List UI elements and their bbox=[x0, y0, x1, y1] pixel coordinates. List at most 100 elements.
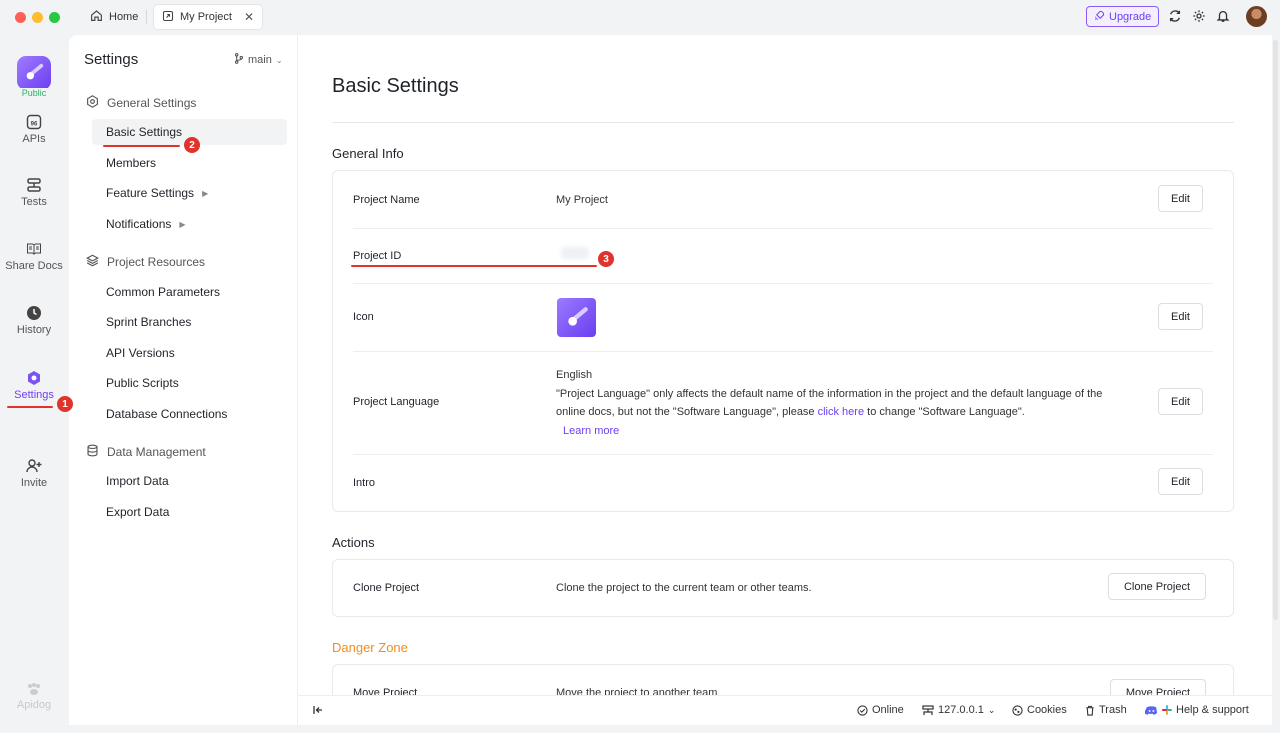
trash-icon bbox=[1086, 705, 1094, 716]
row-icon: Icon Edit bbox=[353, 284, 1213, 352]
rail-item-label: History bbox=[16, 324, 52, 336]
collapse-sidebar-icon[interactable] bbox=[312, 704, 324, 716]
home-icon bbox=[90, 9, 103, 25]
scrollbar-thumb[interactable] bbox=[1273, 40, 1278, 620]
edit-project-name-button[interactable]: Edit bbox=[1158, 185, 1203, 212]
gear-icon bbox=[0, 370, 68, 386]
public-badge: Public bbox=[14, 88, 54, 98]
sidebar-item-public-scripts[interactable]: Public Scripts bbox=[92, 370, 287, 396]
rail-item-apis[interactable]: 96 APIs bbox=[0, 114, 68, 145]
project-name-label: Project Name bbox=[353, 194, 420, 206]
annotation-marker-2: 2 bbox=[184, 137, 200, 153]
gear-icon[interactable] bbox=[1191, 8, 1207, 24]
network-icon bbox=[922, 704, 934, 715]
project-id-label: Project ID bbox=[353, 250, 402, 262]
page-title: Basic Settings bbox=[332, 75, 459, 97]
sidebar-item-import-data[interactable]: Import Data bbox=[92, 468, 287, 494]
project-language-note: "Project Language" only affects the defa… bbox=[556, 385, 1116, 422]
section-danger-zone: Danger Zone bbox=[332, 640, 408, 655]
icon-label: Icon bbox=[353, 311, 374, 323]
cookie-icon bbox=[1012, 704, 1023, 716]
group-project-resources: Project Resources bbox=[86, 254, 205, 270]
group-label: Data Management bbox=[107, 445, 206, 459]
sidebar-item-feature-settings[interactable]: Feature Settings ▶ bbox=[92, 180, 287, 206]
rail-item-settings[interactable]: Settings bbox=[0, 370, 68, 401]
upgrade-label: Upgrade bbox=[1109, 10, 1152, 23]
actions-card: Clone Project Clone the project to the c… bbox=[332, 559, 1234, 617]
sidebar-item-label: Public Scripts bbox=[106, 376, 179, 390]
rail-item-label: Share Docs bbox=[5, 260, 63, 272]
sidebar-item-label: Basic Settings bbox=[106, 125, 183, 139]
caret-right-icon: ▶ bbox=[179, 219, 186, 229]
main-content: Basic Settings General Info Project Name… bbox=[298, 35, 1272, 695]
upgrade-button[interactable]: Upgrade bbox=[1086, 6, 1160, 27]
tab-home[interactable]: Home bbox=[82, 5, 146, 29]
paw-icon bbox=[28, 683, 40, 695]
annotation-underline-project-id bbox=[351, 265, 597, 267]
sidebar-item-common-parameters[interactable]: Common Parameters bbox=[92, 279, 287, 305]
clone-project-button[interactable]: Clone Project bbox=[1108, 573, 1206, 600]
move-project-button[interactable]: Move Project bbox=[1110, 679, 1206, 695]
chevron-down-icon: ⌄ bbox=[987, 704, 996, 715]
project-logo[interactable] bbox=[17, 56, 51, 90]
tab-my-project-label: My Project bbox=[180, 11, 232, 23]
project-language-value: English bbox=[556, 369, 593, 381]
edit-intro-button[interactable]: Edit bbox=[1158, 468, 1203, 495]
api-icon: 96 bbox=[0, 114, 68, 130]
learn-more-link[interactable]: Learn more bbox=[563, 425, 619, 437]
trash-label: Trash bbox=[1099, 704, 1127, 716]
clone-project-description: Clone the project to the current team or… bbox=[556, 582, 812, 594]
edit-language-button[interactable]: Edit bbox=[1158, 388, 1203, 415]
sidebar-item-export-data[interactable]: Export Data bbox=[92, 499, 287, 525]
sync-icon[interactable] bbox=[1167, 8, 1183, 24]
rail-item-history[interactable]: History bbox=[0, 305, 68, 336]
avatar[interactable] bbox=[1246, 6, 1267, 27]
gear-icon bbox=[86, 95, 99, 111]
sidebar-item-api-versions[interactable]: API Versions bbox=[92, 340, 287, 366]
annotation-underline-settings bbox=[7, 406, 53, 408]
project-name-value: My Project bbox=[556, 194, 608, 206]
sidebar-item-notifications[interactable]: Notifications ▶ bbox=[92, 211, 287, 237]
sidebar-item-members[interactable]: Members bbox=[92, 150, 287, 176]
cookies-button[interactable]: Cookies bbox=[1012, 704, 1067, 716]
sidebar-item-database-connections[interactable]: Database Connections bbox=[92, 401, 287, 427]
apidog-label: Apidog bbox=[16, 699, 52, 711]
row-clone-project: Clone Project Clone the project to the c… bbox=[353, 560, 1213, 616]
move-project-label: Move Project bbox=[353, 687, 418, 695]
sidebar-item-label: Feature Settings bbox=[106, 186, 195, 200]
bell-icon[interactable] bbox=[1215, 8, 1231, 24]
close-tab-icon[interactable]: ✕ bbox=[244, 10, 254, 24]
sidebar-title: Settings bbox=[84, 51, 139, 68]
trash-button[interactable]: Trash bbox=[1085, 704, 1127, 716]
close-window-button[interactable] bbox=[15, 12, 26, 23]
group-label: General Settings bbox=[107, 96, 197, 110]
book-icon bbox=[0, 241, 68, 257]
apidog-watermark: Apidog bbox=[0, 682, 68, 711]
row-intro: Intro Edit bbox=[353, 455, 1213, 511]
maximize-window-button[interactable] bbox=[49, 12, 60, 23]
rail-item-invite[interactable]: Invite bbox=[0, 458, 68, 489]
move-project-description: Move the project to another team. bbox=[556, 687, 721, 695]
branch-label: main bbox=[248, 54, 272, 66]
rail-item-share-docs[interactable]: Share Docs bbox=[0, 241, 68, 272]
rail-item-label: Invite bbox=[20, 477, 48, 489]
divider bbox=[332, 122, 1234, 123]
settings-sidebar: Settings main ⌄ General Settings Basic S… bbox=[69, 35, 298, 725]
host-selector[interactable]: 127.0.0.1 ⌄ bbox=[922, 704, 995, 716]
sidebar-item-sprint-branches[interactable]: Sprint Branches bbox=[92, 309, 287, 335]
help-support-button[interactable]: Help & support bbox=[1145, 704, 1249, 716]
svg-text:96: 96 bbox=[31, 122, 38, 128]
rail-item-tests[interactable]: Tests bbox=[0, 177, 68, 208]
edit-icon-button[interactable]: Edit bbox=[1158, 303, 1203, 330]
online-status[interactable]: Online bbox=[857, 704, 904, 716]
row-move-project: Move Project Move the project to another… bbox=[353, 665, 1213, 695]
online-label: Online bbox=[872, 704, 904, 716]
minimize-window-button[interactable] bbox=[32, 12, 43, 23]
sidebar-item-label: Sprint Branches bbox=[106, 315, 192, 329]
branch-selector[interactable]: main ⌄ bbox=[234, 53, 283, 67]
group-data-management: Data Management bbox=[86, 444, 206, 460]
clock-icon bbox=[0, 305, 68, 321]
tab-my-project[interactable]: My Project ✕ bbox=[154, 5, 263, 29]
click-here-link[interactable]: click here bbox=[818, 406, 864, 418]
annotation-marker-3: 3 bbox=[598, 251, 614, 267]
